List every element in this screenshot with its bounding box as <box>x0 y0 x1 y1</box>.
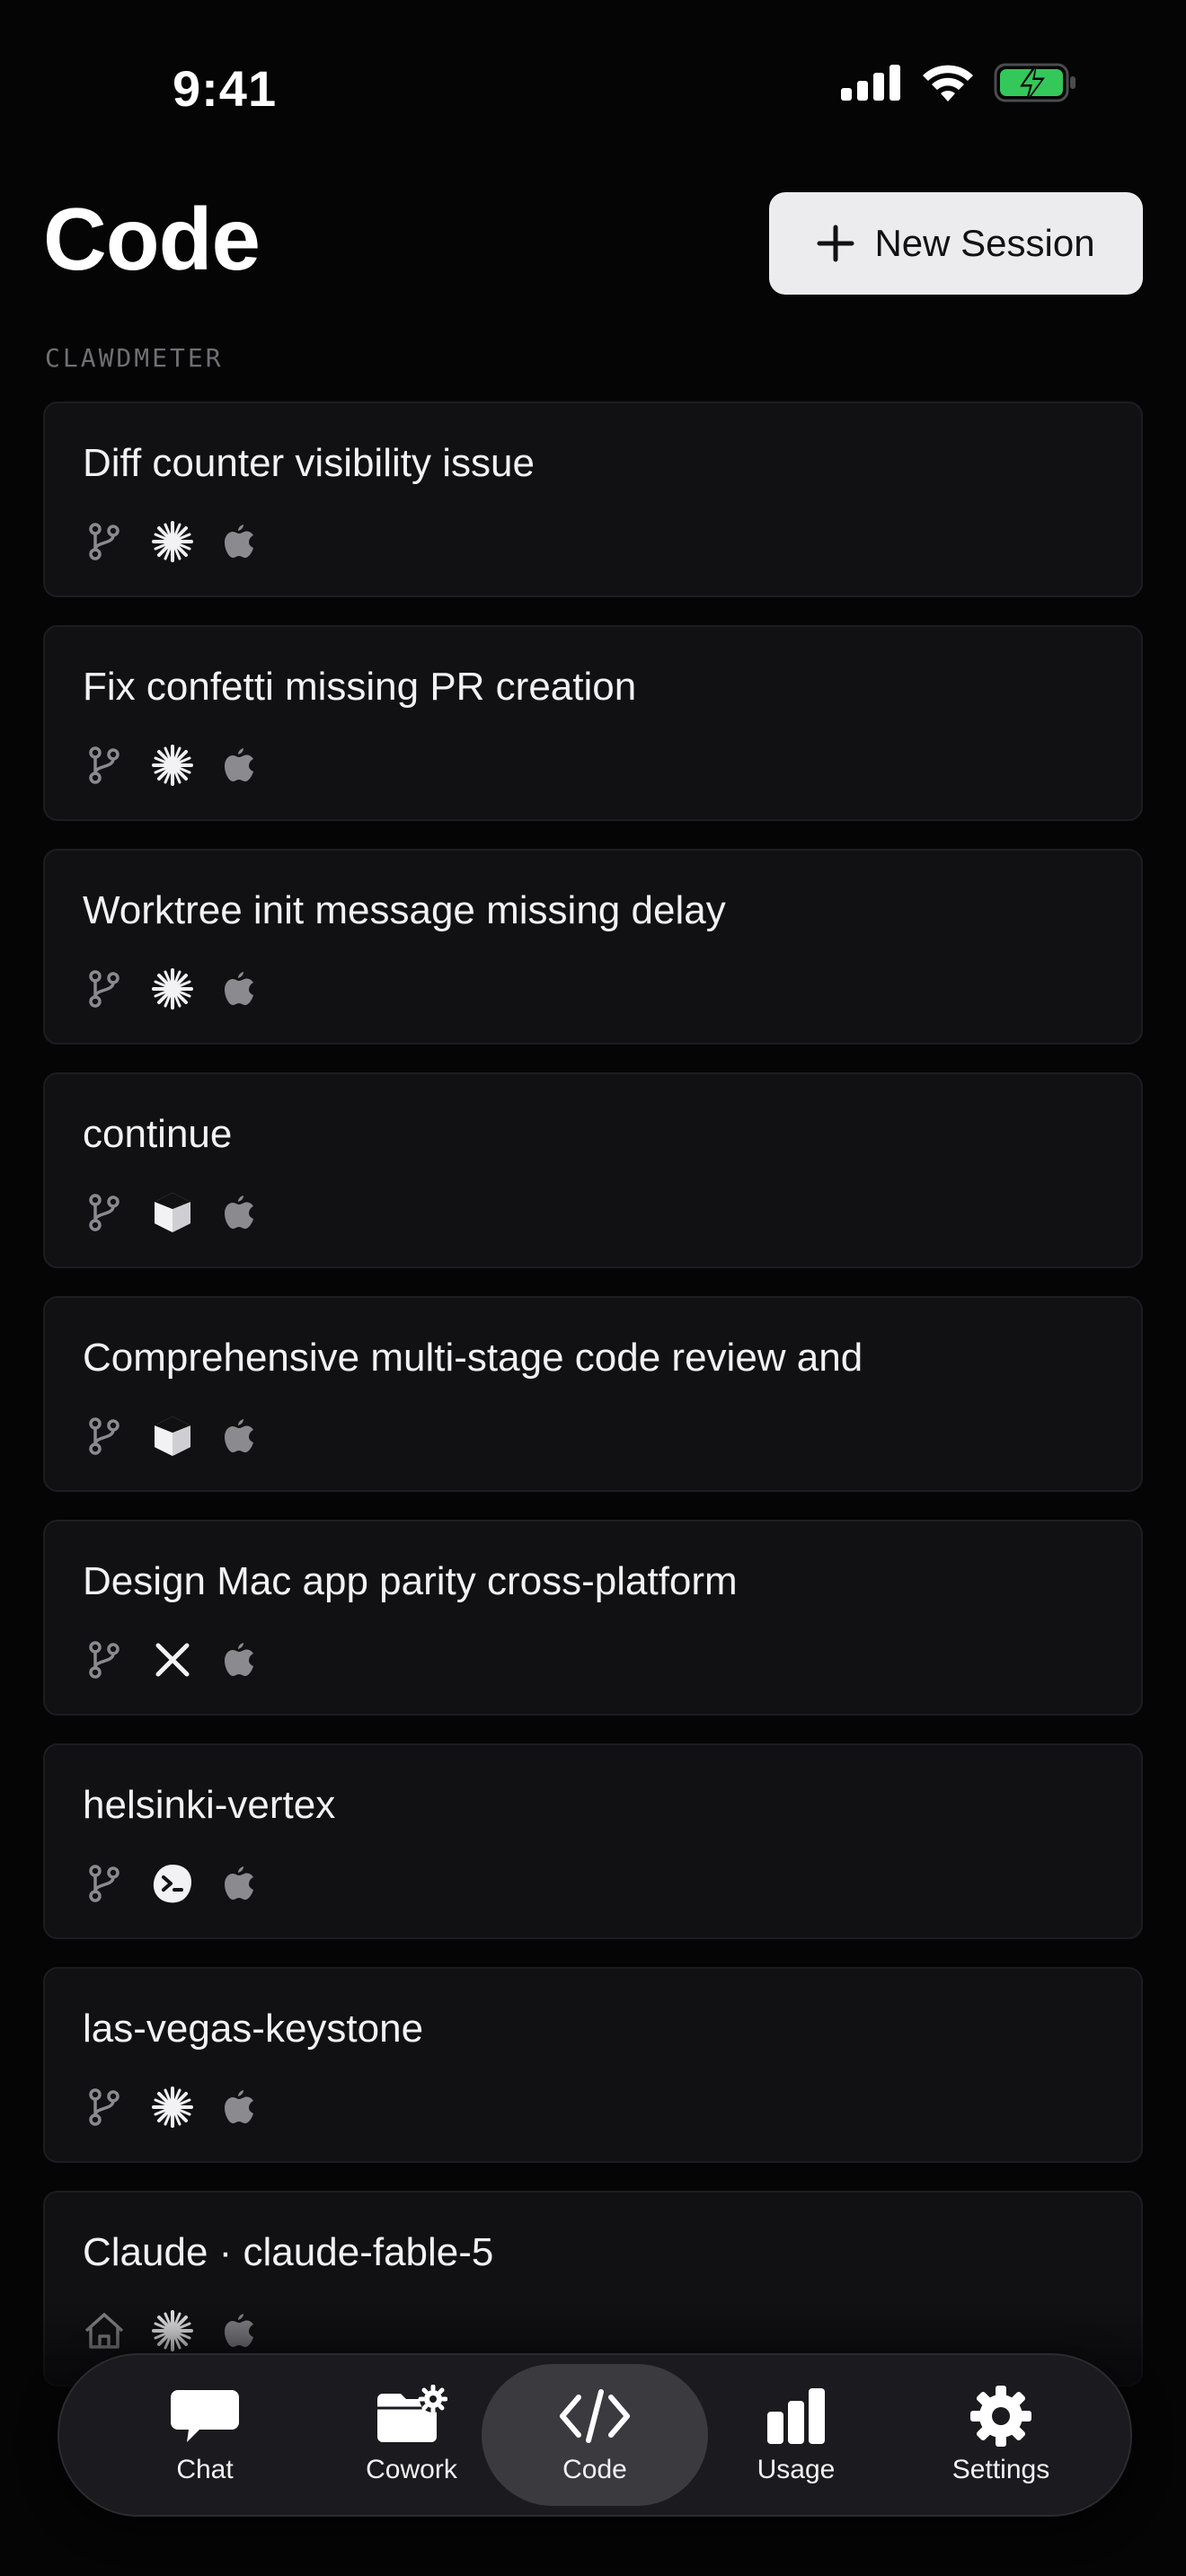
battery-charging-icon <box>994 63 1075 102</box>
new-session-label: New Session <box>874 222 1095 264</box>
session-card[interactable]: Worktree init message missing delay <box>43 849 1143 1045</box>
session-title: Diff counter visibility issue <box>83 441 535 485</box>
session-title: Fix confetti missing PR creation <box>83 665 637 709</box>
session-list: Diff counter visibility issue Fix confett… <box>43 401 1143 2414</box>
plus-icon <box>817 225 854 262</box>
tab-label-settings: Settings <box>951 2455 1050 2484</box>
tab-label-chat: Chat <box>176 2455 234 2484</box>
chat-bubble-icon <box>171 2390 239 2442</box>
tab-bar: Chat Cowork Code Usage Settings <box>58 2353 1132 2517</box>
session-meta-icons <box>83 744 262 787</box>
apple-icon <box>219 520 262 563</box>
branch-icon <box>83 2086 126 2129</box>
branch-icon <box>83 1638 126 1681</box>
session-title: Claude · claude-fable-5 <box>83 2230 494 2274</box>
session-meta-icons <box>83 2086 262 2129</box>
session-card[interactable]: helsinki-vertex <box>43 1743 1143 1939</box>
cellular-signal-icon <box>841 65 900 101</box>
terminal-blob-icon <box>151 1862 194 1905</box>
session-card[interactable]: continue <box>43 1072 1143 1268</box>
session-title: Comprehensive multi-stage code review an… <box>83 1336 863 1380</box>
branch-icon <box>83 967 126 1010</box>
cube-icon <box>151 1191 194 1234</box>
apple-icon <box>219 1638 262 1681</box>
session-meta-icons <box>83 1862 262 1905</box>
x-logo-icon <box>151 1638 194 1681</box>
session-card[interactable]: las-vegas-keystone <box>43 1967 1143 2163</box>
branch-icon <box>83 1191 126 1234</box>
session-meta-icons <box>83 967 262 1010</box>
apple-icon <box>219 2086 262 2129</box>
bar-chart-icon <box>767 2388 825 2444</box>
tab-chat[interactable]: Chat <box>97 2364 313 2506</box>
cube-icon <box>151 1415 194 1458</box>
session-title: continue <box>83 1112 233 1156</box>
session-card[interactable]: Comprehensive multi-stage code review an… <box>43 1296 1143 1492</box>
gear-icon <box>970 2386 1031 2447</box>
branch-icon <box>83 1862 126 1905</box>
tab-label-code: Code <box>562 2455 627 2484</box>
apple-icon <box>219 1415 262 1458</box>
tab-settings[interactable]: Settings <box>893 2364 1109 2506</box>
session-title: las-vegas-keystone <box>83 2007 424 2051</box>
sparkle-icon <box>151 2086 194 2129</box>
apple-icon <box>219 1862 262 1905</box>
page-title: Code <box>43 190 261 288</box>
session-meta-icons <box>83 520 262 563</box>
tab-usage[interactable]: Usage <box>688 2364 904 2506</box>
tab-code[interactable]: Code <box>482 2364 708 2506</box>
branch-icon <box>83 744 126 787</box>
sparkle-icon <box>151 520 194 563</box>
session-meta-icons <box>83 1191 262 1234</box>
status-time: 9:41 <box>173 60 278 117</box>
branch-icon <box>83 1415 126 1458</box>
apple-icon <box>219 744 262 787</box>
session-title: Design Mac app parity cross-platform <box>83 1559 738 1603</box>
session-title: helsinki-vertex <box>83 1783 336 1827</box>
code-brackets-icon <box>560 2389 630 2443</box>
folder-gear-icon <box>377 2385 447 2442</box>
wifi-icon <box>923 65 973 101</box>
tab-label-cowork: Cowork <box>366 2455 457 2484</box>
status-icons <box>841 63 1078 102</box>
apple-icon <box>219 967 262 1010</box>
session-card[interactable]: Design Mac app parity cross-platform <box>43 1520 1143 1716</box>
tab-label-usage: Usage <box>757 2455 836 2484</box>
new-session-button[interactable]: New Session <box>769 192 1143 295</box>
session-meta-icons <box>83 1415 262 1458</box>
session-card[interactable]: Fix confetti missing PR creation <box>43 625 1143 821</box>
branch-icon <box>83 520 126 563</box>
session-title: Worktree init message missing delay <box>83 888 726 932</box>
section-label: CLAWDMETER <box>45 343 224 373</box>
session-meta-icons <box>83 1638 262 1681</box>
sparkle-icon <box>151 967 194 1010</box>
sparkle-icon <box>151 744 194 787</box>
session-card[interactable]: Diff counter visibility issue <box>43 401 1143 597</box>
apple-icon <box>219 1191 262 1234</box>
